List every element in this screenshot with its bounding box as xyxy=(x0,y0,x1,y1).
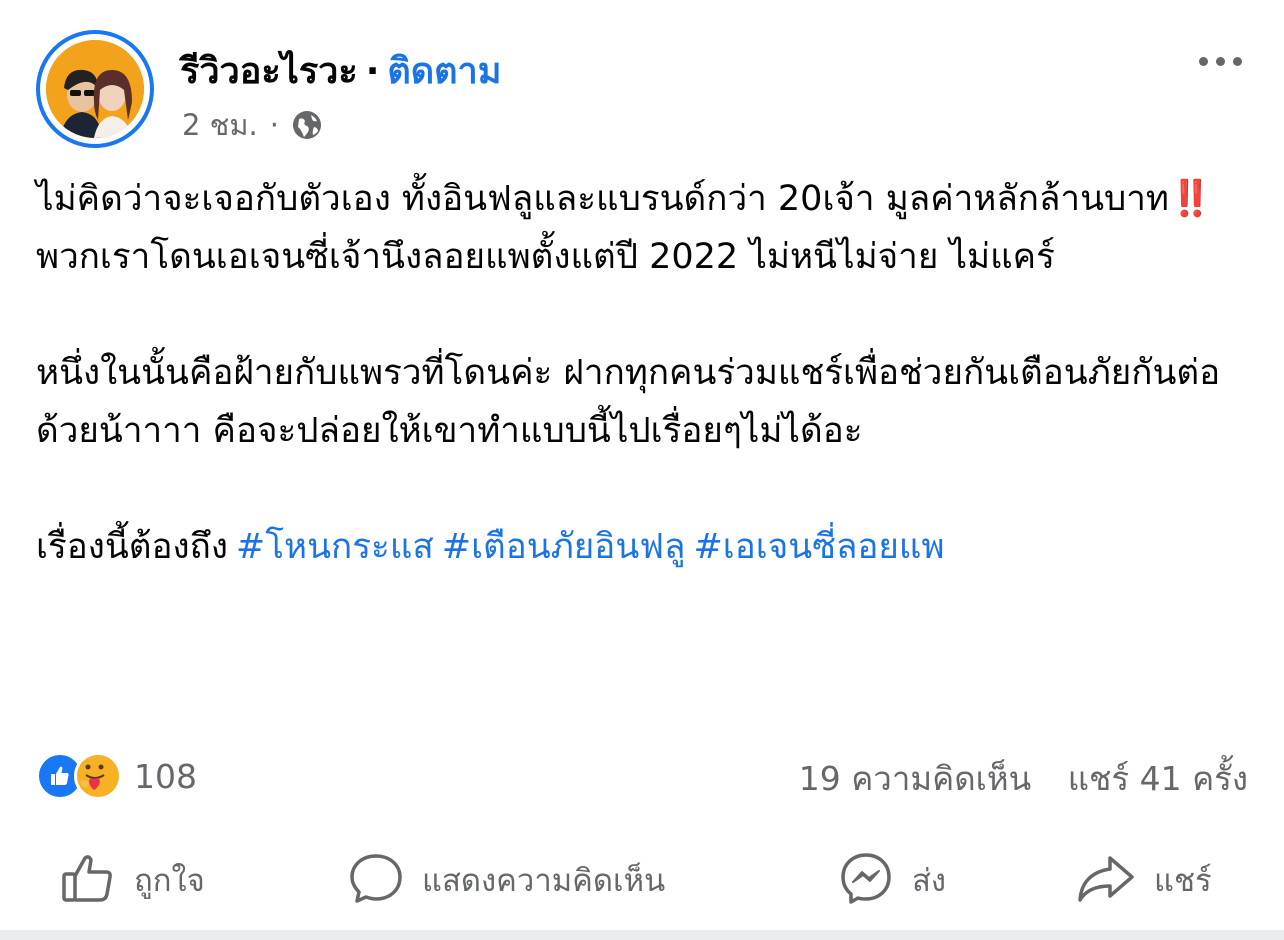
page-name[interactable]: รีวิวอะไรวะ xyxy=(180,51,358,92)
share-arrow-icon xyxy=(1076,850,1136,910)
paragraph-1-text-cont: พวกเราโดนเอเจนซี่เจ้านึงลอยแพตั้งแต่ปี 2… xyxy=(36,237,1055,277)
post-header: รีวิวอะไรวะ · ติดตาม 2 ชม. · xyxy=(0,0,1284,160)
care-reaction-icon xyxy=(74,752,122,800)
paragraph-1-text: ไม่คิดว่าจะเจอกับตัวเอง ทั้งอินฟลูและแบร… xyxy=(36,179,1169,219)
post-time[interactable]: 2 ชม. xyxy=(182,102,258,148)
globe-icon xyxy=(291,109,323,141)
post-stats: 108 19 ความคิดเห็น แชร์ 41 ครั้ง xyxy=(36,746,1248,802)
comment-button[interactable]: แสดงความคิดเห็น xyxy=(348,852,665,908)
comment-count[interactable]: 19 ความคิดเห็น xyxy=(799,759,1031,798)
share-count[interactable]: แชร์ 41 ครั้ง xyxy=(1068,759,1248,798)
hashtag-link[interactable]: #เอเจนซี่ลอยแพ xyxy=(693,527,944,567)
reaction-count: 108 xyxy=(134,756,197,796)
post-body: ไม่คิดว่าจะเจอกับตัวเอง ทั้งอินฟลูและแบร… xyxy=(36,170,1256,576)
like-label: ถูกใจ xyxy=(134,863,205,899)
share-label: แชร์ xyxy=(1154,863,1212,899)
more-horizontal-icon[interactable] xyxy=(1192,44,1248,78)
send-label: ส่ง xyxy=(912,863,947,899)
send-button[interactable]: ส่ง xyxy=(838,852,946,908)
avatar-image xyxy=(46,40,144,138)
double-exclamation-emoji: ‼️ xyxy=(1168,179,1213,219)
comment-bubble-icon xyxy=(348,850,404,910)
engagement-counts: 19 ความคิดเห็น แชร์ 41 ครั้ง xyxy=(799,752,1248,805)
comment-label: แสดงความคิดเห็น xyxy=(422,863,666,899)
reactions-summary[interactable]: 108 xyxy=(36,752,197,800)
post-paragraph-2: หนึ่งในนั้นคือฝ้ายกับแพรวที่โดนค่ะ ฝากทุ… xyxy=(36,353,1221,451)
share-button[interactable]: แชร์ xyxy=(1076,852,1212,908)
thumbs-up-icon xyxy=(60,850,116,910)
paragraph-3-text: เรื่องนี้ต้องถึง xyxy=(36,527,228,567)
messenger-icon xyxy=(838,850,894,910)
page-avatar[interactable] xyxy=(36,30,154,148)
post-meta: 2 ชม. · xyxy=(182,102,323,148)
post-action-bar: ถูกใจ แสดงความคิดเห็น ส่ง แชร์ xyxy=(0,836,1284,926)
hashtag-link[interactable]: #โหนกระแส xyxy=(236,527,434,567)
name-separator: · xyxy=(365,51,380,92)
like-button[interactable]: ถูกใจ xyxy=(60,852,205,908)
meta-separator: · xyxy=(269,108,279,142)
post-paragraph-1: ไม่คิดว่าจะเจอกับตัวเอง ทั้งอินฟลูและแบร… xyxy=(36,170,1256,286)
section-divider xyxy=(0,930,1284,940)
post-paragraph-3: เรื่องนี้ต้องถึง #โหนกระแส #เตือนภัยอินฟลู… xyxy=(36,518,1256,576)
follow-button[interactable]: ติดตาม xyxy=(387,51,501,92)
page-name-line: รีวิวอะไรวะ · ติดตาม xyxy=(180,42,502,99)
hashtag-link[interactable]: #เตือนภัยอินฟลู xyxy=(442,527,686,567)
